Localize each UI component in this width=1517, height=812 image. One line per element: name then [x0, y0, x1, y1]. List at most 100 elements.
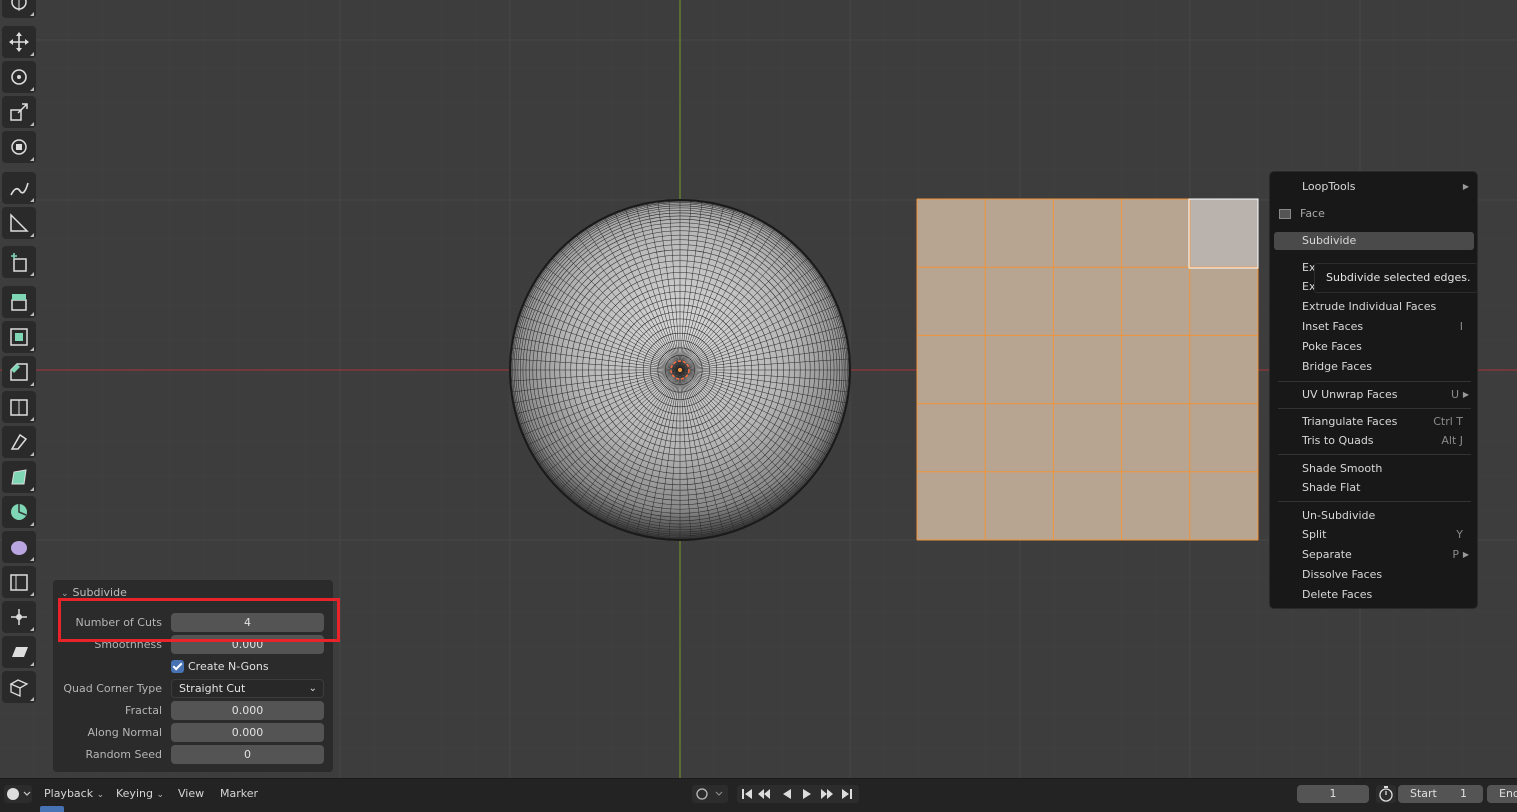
menu-item-subdivide[interactable]: Subdivide	[1302, 232, 1356, 250]
menu-item-extrude-individual-faces[interactable]: Extrude Individual Faces	[1302, 298, 1436, 316]
timeline-header: Playback ⌄ Keying ⌄ View Marker 1 Start …	[0, 778, 1517, 812]
knife-icon[interactable]	[2, 426, 36, 458]
shortcut-split: Y	[1456, 528, 1463, 541]
along-normal-field[interactable]: 0.000	[171, 723, 324, 742]
end-label: End	[1499, 787, 1517, 800]
active-editor-indicator	[40, 806, 64, 812]
chevron-down-icon: ⌄	[156, 790, 164, 800]
quad-corner-type-row: Quad Corner Type Straight Cut ⌄	[53, 679, 333, 699]
shortcut-tris-to-quads: Alt J	[1441, 434, 1463, 447]
submenu-arrow-icon: ▶	[1462, 182, 1469, 191]
rotate-icon[interactable]	[2, 61, 36, 93]
end-frame-field[interactable]: End	[1487, 785, 1517, 803]
shortcut-separate: P	[1452, 548, 1459, 561]
spin-icon[interactable]	[2, 496, 36, 528]
play-icon[interactable]	[803, 789, 811, 799]
auto-keying-toggle[interactable]	[692, 785, 728, 803]
along-normal-row: Along Normal 0.000	[53, 723, 333, 743]
start-label: Start	[1410, 787, 1437, 800]
menu-item-shade-flat[interactable]: Shade Flat	[1302, 479, 1360, 497]
editor-type-button[interactable]	[4, 785, 32, 803]
along-normal-label: Along Normal	[87, 726, 162, 739]
menu-header-face: Face	[1300, 207, 1325, 220]
extrude-icon[interactable]	[2, 286, 36, 318]
stopwatch-icon[interactable]	[1376, 785, 1396, 803]
shortcut-uv-unwrap: U	[1450, 388, 1459, 401]
jump-keyframe-forward-icon[interactable]	[821, 789, 833, 799]
quad-corner-type-select[interactable]: Straight Cut ⌄	[171, 679, 324, 698]
menu-separator	[1278, 381, 1471, 382]
menu-item-shade-smooth[interactable]: Shade Smooth	[1302, 460, 1382, 478]
annotate-icon[interactable]	[2, 172, 36, 204]
playback-label: Playback	[44, 787, 94, 800]
menu-item-dissolve-faces[interactable]: Dissolve Faces	[1302, 566, 1382, 584]
menu-separator	[1278, 501, 1471, 502]
chevron-down-icon: ⌄	[96, 790, 105, 800]
submenu-arrow-icon: ▶	[1462, 390, 1469, 399]
grid-plane-mesh[interactable]	[916, 198, 1259, 541]
menu-item-un-subdivide[interactable]: Un-Subdivide	[1302, 507, 1375, 525]
measure-icon[interactable]	[2, 207, 36, 239]
create-ngons-label: Create N-Gons	[188, 660, 269, 673]
uv-sphere-mesh[interactable]	[509, 199, 851, 541]
menu-item-looptools[interactable]: LoopTools	[1302, 178, 1355, 196]
quad-corner-type-value: Straight Cut	[179, 682, 246, 695]
menu-item-triangulate-faces[interactable]: Triangulate Faces	[1302, 413, 1397, 431]
jump-to-end-icon[interactable]	[842, 789, 852, 799]
menu-item-delete-faces[interactable]: Delete Faces	[1302, 586, 1372, 604]
keying-label: Keying	[116, 787, 153, 800]
menu-item-separate[interactable]: Separate	[1302, 546, 1352, 564]
edge-slide-icon[interactable]	[2, 566, 36, 598]
quad-corner-type-label: Quad Corner Type	[63, 682, 162, 695]
menu-item-bridge-faces[interactable]: Bridge Faces	[1302, 358, 1372, 376]
marker-menu[interactable]: Marker	[220, 785, 258, 803]
add-cube-icon[interactable]	[2, 246, 36, 278]
fractal-field[interactable]: 0.000	[171, 701, 324, 720]
create-ngons-checkbox[interactable]	[171, 660, 184, 673]
jump-keyframe-back-icon[interactable]	[758, 789, 770, 799]
menu-separator	[1278, 408, 1471, 409]
shortcut-triangulate: Ctrl T	[1433, 415, 1463, 428]
menu-item-tris-to-quads[interactable]: Tris to Quads	[1302, 432, 1374, 450]
poly-build-icon[interactable]	[2, 461, 36, 493]
shear-icon[interactable]	[2, 636, 36, 668]
menu-separator	[1278, 454, 1471, 455]
red-highlight-box	[58, 598, 340, 642]
select-cursor-icon[interactable]	[2, 0, 36, 18]
playback-menu[interactable]: Playback ⌄	[44, 785, 104, 803]
shrink-fatten-icon[interactable]	[2, 601, 36, 633]
menu-item-split[interactable]: Split	[1302, 526, 1326, 544]
current-frame-field[interactable]: 1	[1297, 785, 1369, 803]
smooth-icon[interactable]	[2, 531, 36, 563]
jump-to-start-icon[interactable]	[742, 789, 752, 799]
submenu-arrow-icon: ▶	[1462, 550, 1469, 559]
loop-cut-icon[interactable]	[2, 391, 36, 423]
face-mode-icon	[1279, 209, 1291, 219]
bevel-icon[interactable]	[2, 356, 36, 388]
scale-icon[interactable]	[2, 96, 36, 128]
menu-item-inset-faces[interactable]: Inset Faces	[1302, 318, 1363, 336]
clock-icon	[7, 788, 31, 800]
start-frame-field[interactable]: Start 1	[1398, 785, 1483, 803]
view-menu[interactable]: View	[178, 785, 204, 803]
menu-item-poke-faces[interactable]: Poke Faces	[1302, 338, 1362, 356]
keying-menu[interactable]: Keying ⌄	[116, 785, 164, 803]
move-icon[interactable]	[2, 26, 36, 58]
random-seed-field[interactable]: 0	[171, 745, 324, 764]
start-value: 1	[1460, 787, 1467, 800]
create-ngons-row: Create N-Gons	[53, 657, 333, 677]
play-reverse-icon[interactable]	[783, 789, 791, 799]
random-seed-row: Random Seed 0	[53, 745, 333, 765]
inset-icon[interactable]	[2, 321, 36, 353]
blender-window: ⌄ Subdivide Number of Cuts 4 Smoothness 0…	[0, 0, 1517, 812]
subdivide-tooltip: Subdivide selected edges.	[1314, 263, 1478, 293]
3d-viewport[interactable]: ⌄ Subdivide Number of Cuts 4 Smoothness 0…	[0, 0, 1517, 778]
chevron-down-icon: ⌄	[308, 683, 317, 694]
menu-item-uv-unwrap-faces[interactable]: UV Unwrap Faces	[1302, 386, 1397, 404]
rip-icon[interactable]	[2, 671, 36, 703]
shortcut-inset: I	[1459, 320, 1463, 333]
record-icon	[696, 788, 723, 800]
fractal-row: Fractal 0.000	[53, 701, 333, 721]
tool-shelf	[0, 0, 40, 710]
transform-icon[interactable]	[2, 131, 36, 163]
